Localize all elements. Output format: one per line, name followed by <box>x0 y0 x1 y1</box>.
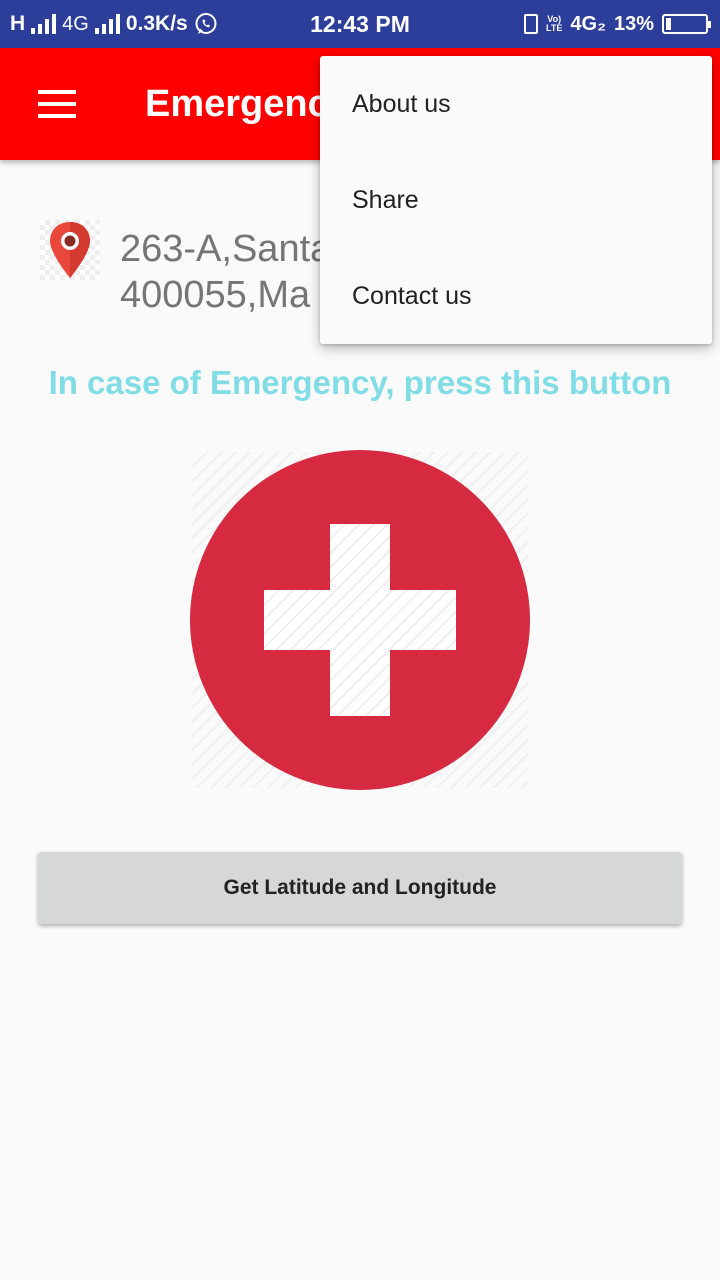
overflow-menu: About us Share Contact us <box>320 56 712 344</box>
battery-percent: 13% <box>613 12 654 35</box>
app-screen: H 4G 0.3K/s 12:43 PM Vo) LTE 4G₂ 13% Eme… <box>0 0 720 1280</box>
status-bar: H 4G 0.3K/s 12:43 PM Vo) LTE 4G₂ 13% <box>0 0 720 48</box>
status-right: Vo) LTE 4G₂ 13% <box>524 0 711 48</box>
menu-item-about-us[interactable]: About us <box>320 56 712 152</box>
network-right-label: 4G₂ <box>570 12 606 35</box>
medical-cross-icon-bar <box>264 590 456 650</box>
menu-item-share[interactable]: Share <box>320 152 712 248</box>
menu-item-contact-us[interactable]: Contact us <box>320 248 712 344</box>
vibrate-icon <box>524 14 539 34</box>
emergency-button[interactable] <box>190 450 530 790</box>
get-lat-long-button[interactable]: Get Latitude and Longitude <box>38 852 682 924</box>
battery-icon <box>662 14 711 34</box>
battery-fill <box>666 18 671 30</box>
location-pin-icon <box>40 220 100 280</box>
emergency-prompt: In case of Emergency, press this button <box>48 364 672 401</box>
volte-icon: Vo) LTE <box>546 15 562 33</box>
hamburger-icon[interactable] <box>38 88 76 120</box>
volte-bottom-label: LTE <box>546 23 563 33</box>
